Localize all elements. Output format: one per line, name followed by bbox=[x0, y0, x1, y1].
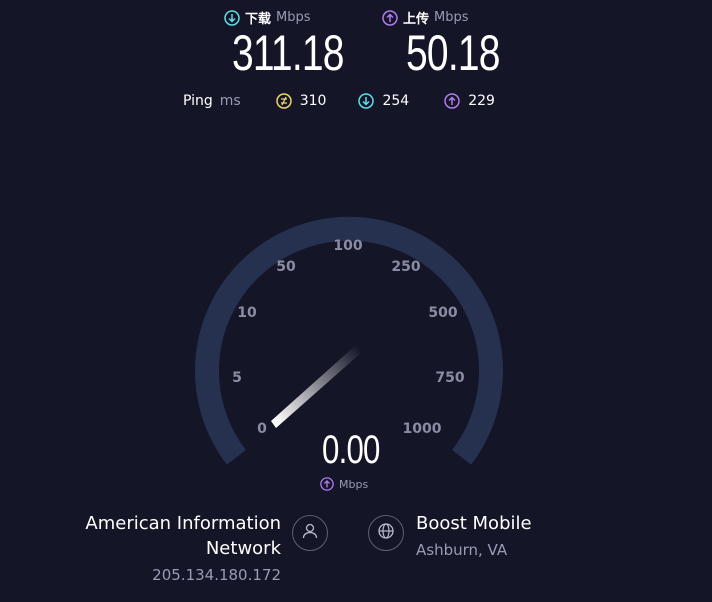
gauge-tick-500: 500 bbox=[428, 305, 457, 321]
gauge-tick-50: 50 bbox=[276, 259, 296, 275]
gauge-tick-100: 100 bbox=[333, 238, 362, 254]
gauge-unit-row: Mbps bbox=[320, 477, 368, 491]
globe-icon bbox=[377, 522, 395, 544]
gauge-tick-1000: 1000 bbox=[403, 421, 442, 437]
provider-ip: 205.134.180.172 bbox=[152, 566, 281, 584]
change-provider-button[interactable] bbox=[292, 515, 328, 551]
server-location: Ashburn, VA bbox=[416, 541, 508, 559]
gauge-value: 0.00 bbox=[322, 428, 380, 472]
change-server-button[interactable] bbox=[368, 515, 404, 551]
user-icon bbox=[301, 522, 319, 544]
gauge-tick-0: 0 bbox=[257, 421, 267, 437]
gauge-tick-250: 250 bbox=[391, 259, 420, 275]
gauge-tick-750: 750 bbox=[435, 370, 464, 386]
gauge-tick-10: 10 bbox=[237, 305, 257, 321]
provider-name-line1: American Information bbox=[85, 513, 281, 534]
gauge-unit: Mbps bbox=[339, 477, 369, 491]
upload-arrow-icon bbox=[320, 477, 334, 491]
gauge-tick-5: 5 bbox=[232, 370, 242, 386]
gauge-track bbox=[195, 216, 503, 465]
gauge-needle bbox=[271, 345, 362, 428]
provider-name-line2: Network bbox=[205, 538, 281, 559]
server-info: Boost Mobile Ashburn, VA bbox=[416, 511, 532, 559]
server-name: Boost Mobile bbox=[416, 513, 532, 534]
provider-info: American Information Network 205.134.180… bbox=[60, 511, 281, 584]
